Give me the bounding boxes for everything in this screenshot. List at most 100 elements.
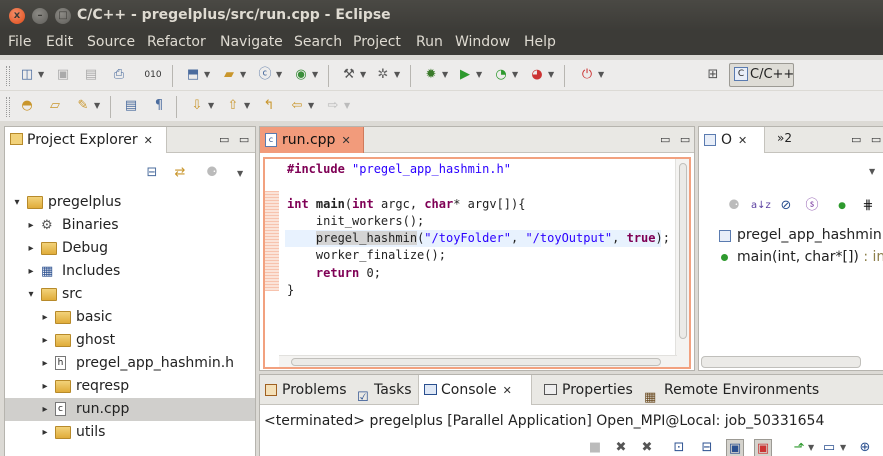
tab-problems[interactable]: Problems bbox=[260, 375, 353, 405]
chevron-down-icon[interactable]: ▼ bbox=[308, 101, 314, 110]
minimize-maximize-icons[interactable]: ▭ ▭ bbox=[851, 133, 883, 146]
tree-item[interactable]: ▸ utils bbox=[5, 421, 255, 444]
previous-annotation-icon[interactable]: ⇧ bbox=[224, 97, 242, 115]
code-text[interactable]: #include "pregel_app_hashmin.h" int main… bbox=[285, 161, 670, 299]
tree-item[interactable]: ▸ ⚙ Binaries bbox=[5, 214, 255, 237]
toolbar-grip[interactable] bbox=[6, 97, 10, 117]
tab-project-explorer[interactable]: Project Explorer ✕ bbox=[5, 127, 167, 153]
chevron-down-icon[interactable]: ▼ bbox=[312, 70, 318, 79]
tree-item[interactable]: ▸ reqresp bbox=[5, 375, 255, 398]
scroll-lock-icon[interactable]: ⊟ bbox=[698, 439, 716, 456]
collapsed-twisty-icon[interactable]: ▸ bbox=[39, 306, 51, 329]
outline-item-include[interactable]: pregel_app_hashmin. bbox=[713, 227, 883, 243]
collapsed-twisty-icon[interactable]: ▸ bbox=[39, 375, 51, 398]
collapsed-twisty-icon[interactable]: ▸ bbox=[39, 398, 51, 421]
chevron-down-icon[interactable]: ▼ bbox=[598, 70, 604, 79]
tab-outline[interactable]: O ✕ bbox=[699, 127, 765, 153]
chevron-down-icon[interactable]: ▼ bbox=[276, 70, 282, 79]
tab-run-cpp[interactable]: c run.cpp ✕ bbox=[260, 127, 364, 153]
menu-project[interactable]: Project bbox=[353, 34, 401, 50]
open-folder-icon[interactable]: ▱ bbox=[46, 97, 64, 115]
menu-search[interactable]: Search bbox=[294, 34, 342, 50]
menu-refactor[interactable]: Refactor bbox=[147, 34, 206, 50]
chevron-down-icon[interactable]: ▼ bbox=[204, 70, 210, 79]
collapsed-twisty-icon[interactable]: ▸ bbox=[25, 260, 37, 283]
terminate-icon[interactable]: ■ bbox=[586, 439, 604, 456]
sort-az-icon[interactable]: a↓z bbox=[751, 197, 771, 215]
hide-macros-icon[interactable]: ⋕ bbox=[859, 197, 877, 215]
profile-icon[interactable]: ◔ bbox=[492, 66, 510, 84]
display-console-icon[interactable]: ▭ bbox=[820, 439, 838, 456]
chevron-down-icon[interactable]: ▼ bbox=[94, 101, 100, 110]
new-icon[interactable]: ◫ bbox=[18, 66, 36, 84]
collapsed-twisty-icon[interactable]: ▸ bbox=[39, 421, 51, 444]
scrollbar-thumb[interactable] bbox=[291, 358, 661, 366]
open-console-icon[interactable]: ⊕ bbox=[856, 439, 874, 456]
link-with-editor-icon[interactable]: ⇄ bbox=[171, 164, 189, 182]
expanded-twisty-icon[interactable]: ▾ bbox=[25, 283, 37, 306]
print-icon[interactable]: ⎙ bbox=[110, 66, 128, 84]
save-icon[interactable]: ▣ bbox=[54, 66, 72, 84]
perspective-cpp-button[interactable]: C C/C++ bbox=[729, 63, 794, 87]
save-all-icon[interactable]: ▤ bbox=[82, 66, 100, 84]
menu-file[interactable]: File bbox=[8, 34, 31, 50]
block-selection-icon[interactable]: ▤ bbox=[122, 97, 140, 115]
view-menu-icon[interactable]: ▼ bbox=[869, 167, 875, 176]
remove-all-terminated-icon[interactable]: ✖ bbox=[638, 439, 656, 456]
last-edit-location-icon[interactable]: ↰ bbox=[260, 97, 278, 115]
new-folder-icon[interactable]: ▰ bbox=[220, 66, 238, 84]
binary-icon[interactable]: 010 bbox=[144, 66, 162, 84]
tab-remote-environments[interactable]: ▦ Remote Environments bbox=[638, 375, 825, 405]
collapsed-twisty-icon[interactable]: ▸ bbox=[39, 329, 51, 352]
tree-item[interactable]: ▸ basic bbox=[5, 306, 255, 329]
chevron-down-icon[interactable]: ▼ bbox=[548, 70, 554, 79]
open-perspective-icon[interactable]: ⊞ bbox=[704, 66, 722, 84]
menu-edit[interactable]: Edit bbox=[46, 34, 73, 50]
minimize-maximize-icons[interactable]: ▭ ▭ bbox=[219, 133, 252, 146]
window-minimize-button[interactable]: – bbox=[32, 8, 48, 24]
overflow-tabs-button[interactable]: »2 bbox=[777, 131, 792, 145]
tab-console[interactable]: Console ✕ bbox=[418, 375, 532, 405]
external-tools-icon[interactable]: ◕ bbox=[528, 66, 546, 84]
tab-tasks[interactable]: ☑ Tasks bbox=[352, 375, 418, 405]
chevron-down-icon[interactable]: ▼ bbox=[244, 101, 250, 110]
close-icon[interactable]: ✕ bbox=[503, 384, 512, 397]
remove-launch-icon[interactable]: ✖ bbox=[612, 439, 630, 456]
new-class-icon[interactable]: ⓒ bbox=[256, 66, 274, 84]
tree-item[interactable]: ▸ c run.cpp bbox=[5, 398, 255, 421]
code-editor[interactable]: #include "pregel_app_hashmin.h" int main… bbox=[263, 157, 691, 369]
chevron-down-icon[interactable]: ▼ bbox=[840, 443, 846, 452]
link-icon[interactable]: ⚈ bbox=[725, 197, 743, 215]
tree-item[interactable]: ▾ src bbox=[5, 283, 255, 306]
collapsed-twisty-icon[interactable]: ▸ bbox=[25, 237, 37, 260]
settings-gear-icon[interactable]: ✲ bbox=[374, 66, 392, 84]
chevron-down-icon[interactable]: ▼ bbox=[394, 70, 400, 79]
tab-properties[interactable]: Properties bbox=[538, 375, 639, 405]
new-cpp-project-icon[interactable]: ⬒ bbox=[184, 66, 202, 84]
horizontal-scrollbar[interactable] bbox=[279, 355, 677, 367]
back-arrow-icon[interactable]: ⇦ bbox=[288, 97, 306, 115]
close-icon[interactable]: ✕ bbox=[341, 134, 350, 147]
vertical-scrollbar[interactable] bbox=[675, 159, 689, 367]
chevron-down-icon[interactable]: ▼ bbox=[808, 443, 814, 452]
highlight-pen-icon[interactable]: ✎ bbox=[74, 97, 92, 115]
chevron-down-icon[interactable]: ▼ bbox=[344, 101, 350, 110]
chevron-down-icon[interactable]: ▼ bbox=[208, 101, 214, 110]
tree-item[interactable]: ▸ Debug bbox=[5, 237, 255, 260]
show-whitespace-icon[interactable]: ¶ bbox=[150, 97, 168, 115]
outline-item-main[interactable]: main(int, char*[]) : int bbox=[713, 249, 883, 265]
menu-navigate[interactable]: Navigate bbox=[220, 34, 283, 50]
menu-window[interactable]: Window bbox=[455, 34, 510, 50]
chevron-down-icon[interactable]: ▼ bbox=[360, 70, 366, 79]
show-on-error-icon[interactable]: ▣ bbox=[754, 439, 772, 456]
chevron-down-icon[interactable]: ▼ bbox=[38, 70, 44, 79]
open-project-icon[interactable]: ◓ bbox=[18, 97, 36, 115]
hide-fields-icon[interactable]: ⊘ bbox=[777, 197, 795, 215]
show-on-output-icon[interactable]: ▣ bbox=[726, 439, 744, 456]
chevron-down-icon[interactable]: ▼ bbox=[442, 70, 448, 79]
pin-console-icon[interactable]: ⬏ bbox=[790, 439, 808, 456]
new-file-icon[interactable]: ◉ bbox=[292, 66, 310, 84]
debug-bug-icon[interactable]: ✹ bbox=[422, 66, 440, 84]
menu-run[interactable]: Run bbox=[416, 34, 443, 50]
terminate-icon[interactable]: ⏻ bbox=[578, 66, 596, 84]
